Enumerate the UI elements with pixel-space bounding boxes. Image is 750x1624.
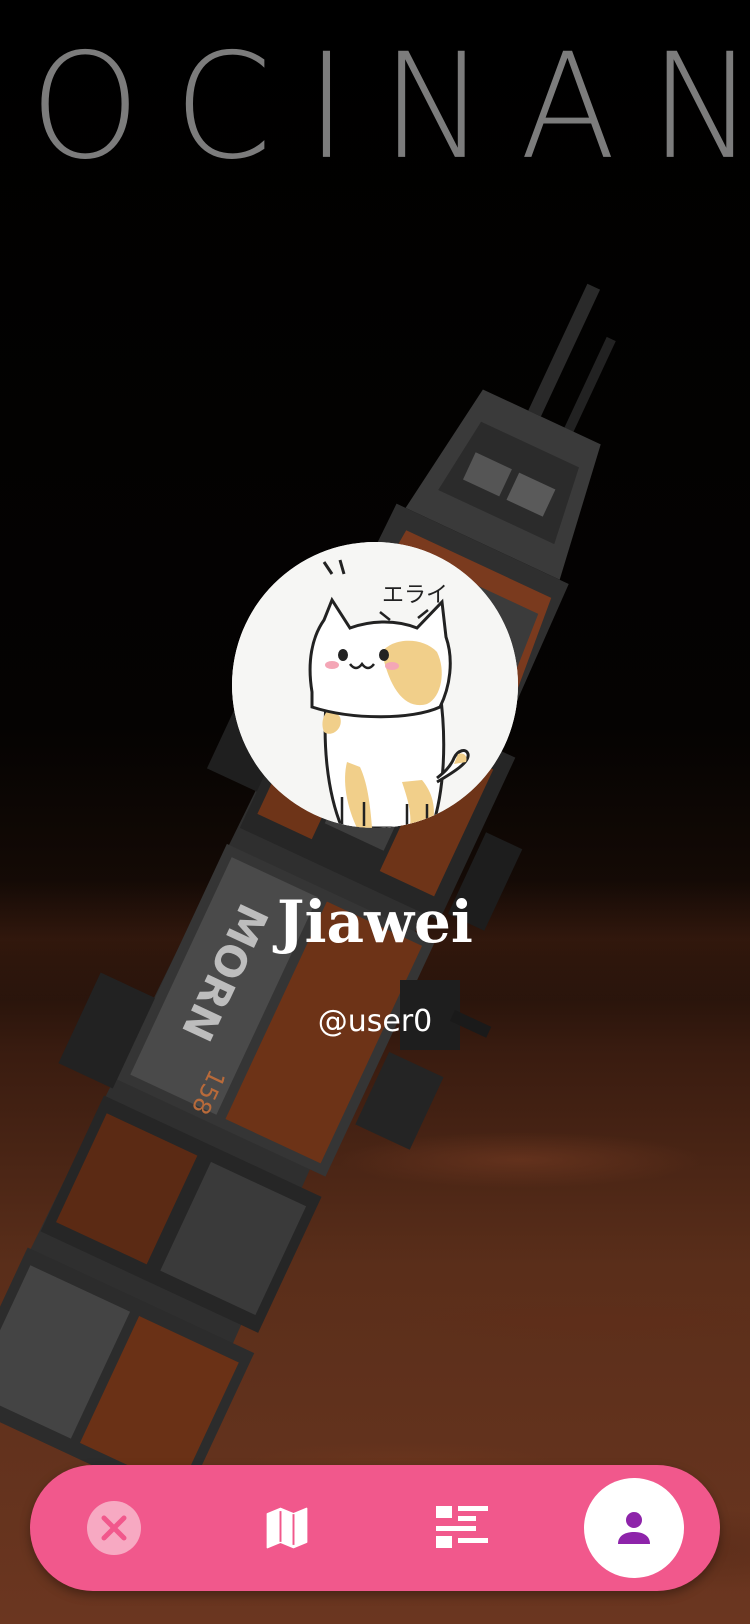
close-button[interactable]: [59, 1465, 169, 1591]
avatar[interactable]: エライ: [232, 542, 518, 828]
close-icon: [87, 1501, 141, 1555]
person-icon: [618, 1512, 650, 1544]
list-icon: [436, 1506, 488, 1548]
bottom-nav-bar: [30, 1465, 720, 1591]
map-button[interactable]: [232, 1465, 342, 1591]
username: @user0: [317, 1004, 433, 1039]
list-button[interactable]: [407, 1465, 517, 1591]
profile-button[interactable]: [584, 1478, 684, 1578]
brand-background-text: OCINANT: [30, 22, 750, 193]
display-name: Jiawei: [277, 888, 473, 956]
profile-screen: MORN 158 OCINANT エライ: [0, 0, 750, 1624]
cat-avatar-illustration: エライ: [232, 542, 518, 828]
map-icon: [266, 1507, 308, 1549]
